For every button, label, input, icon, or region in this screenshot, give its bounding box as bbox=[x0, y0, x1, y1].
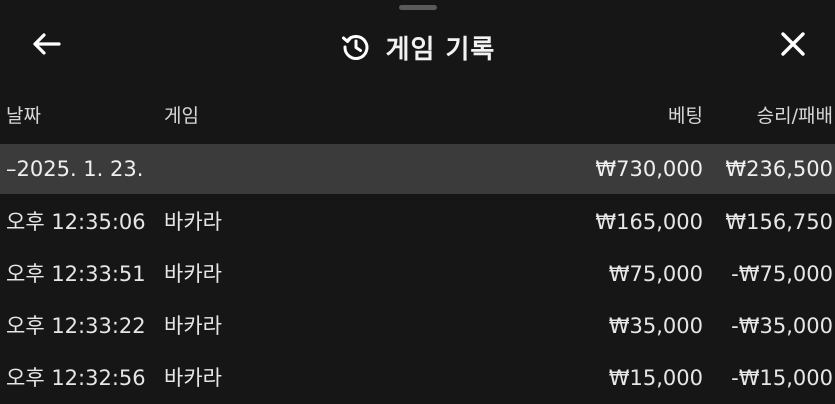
table-row[interactable]: 오후 12:35:06 바카라 ₩165,000 ₩156,750 bbox=[0, 196, 835, 248]
history-icon bbox=[340, 31, 372, 63]
row-bet: ₩15,000 bbox=[608, 366, 703, 390]
row-game: 바카라 bbox=[164, 210, 222, 234]
row-bet: ₩75,000 bbox=[608, 262, 703, 286]
table-row[interactable]: 오후 12:33:51 바카라 ₩75,000 -₩75,000 bbox=[0, 248, 835, 300]
row-game: 바카라 bbox=[164, 366, 222, 390]
drag-handle[interactable] bbox=[399, 5, 437, 10]
row-result: -₩15,000 bbox=[731, 366, 833, 390]
table-header: 날짜 게임 베팅 승리/패배 bbox=[0, 92, 835, 140]
row-result: ₩156,750 bbox=[725, 210, 833, 234]
row-result: -₩35,000 bbox=[731, 314, 833, 338]
game-history-panel: 게임 기록 날짜 게임 베팅 승리/패배 –2025. 1. 23. ₩730,… bbox=[0, 0, 835, 404]
close-icon bbox=[779, 30, 807, 62]
table-row[interactable]: 오후 12:32:56 바카라 ₩15,000 -₩15,000 bbox=[0, 352, 835, 404]
row-time: 오후 12:32:56 bbox=[6, 366, 146, 390]
row-game: 바카라 bbox=[164, 314, 222, 338]
column-header-result: 승리/패배 bbox=[756, 105, 833, 127]
row-time: 오후 12:33:51 bbox=[6, 262, 146, 286]
header-title-group: 게임 기록 bbox=[0, 28, 835, 66]
row-bet: ₩165,000 bbox=[595, 210, 703, 234]
group-date-cell: –2025. 1. 23. bbox=[6, 144, 143, 194]
column-header-date: 날짜 bbox=[6, 105, 41, 127]
date-group-row[interactable]: –2025. 1. 23. ₩730,000 ₩236,500 bbox=[0, 144, 835, 194]
group-bet-total: ₩730,000 bbox=[595, 157, 703, 181]
row-result: -₩75,000 bbox=[731, 262, 833, 286]
collapse-toggle[interactable]: – bbox=[6, 157, 17, 181]
table-row[interactable]: 오후 12:33:22 바카라 ₩35,000 -₩35,000 bbox=[0, 300, 835, 352]
column-header-bet: 베팅 bbox=[668, 105, 703, 127]
row-time: 오후 12:35:06 bbox=[6, 210, 146, 234]
page-title: 게임 기록 bbox=[385, 34, 496, 65]
header: 게임 기록 bbox=[0, 12, 835, 80]
group-date: 2025. 1. 23. bbox=[16, 157, 144, 181]
close-button[interactable] bbox=[772, 26, 814, 66]
row-bet: ₩35,000 bbox=[608, 314, 703, 338]
column-header-game: 게임 bbox=[164, 105, 199, 127]
group-result-total: ₩236,500 bbox=[725, 157, 833, 181]
row-game: 바카라 bbox=[164, 262, 222, 286]
row-time: 오후 12:33:22 bbox=[6, 314, 146, 338]
